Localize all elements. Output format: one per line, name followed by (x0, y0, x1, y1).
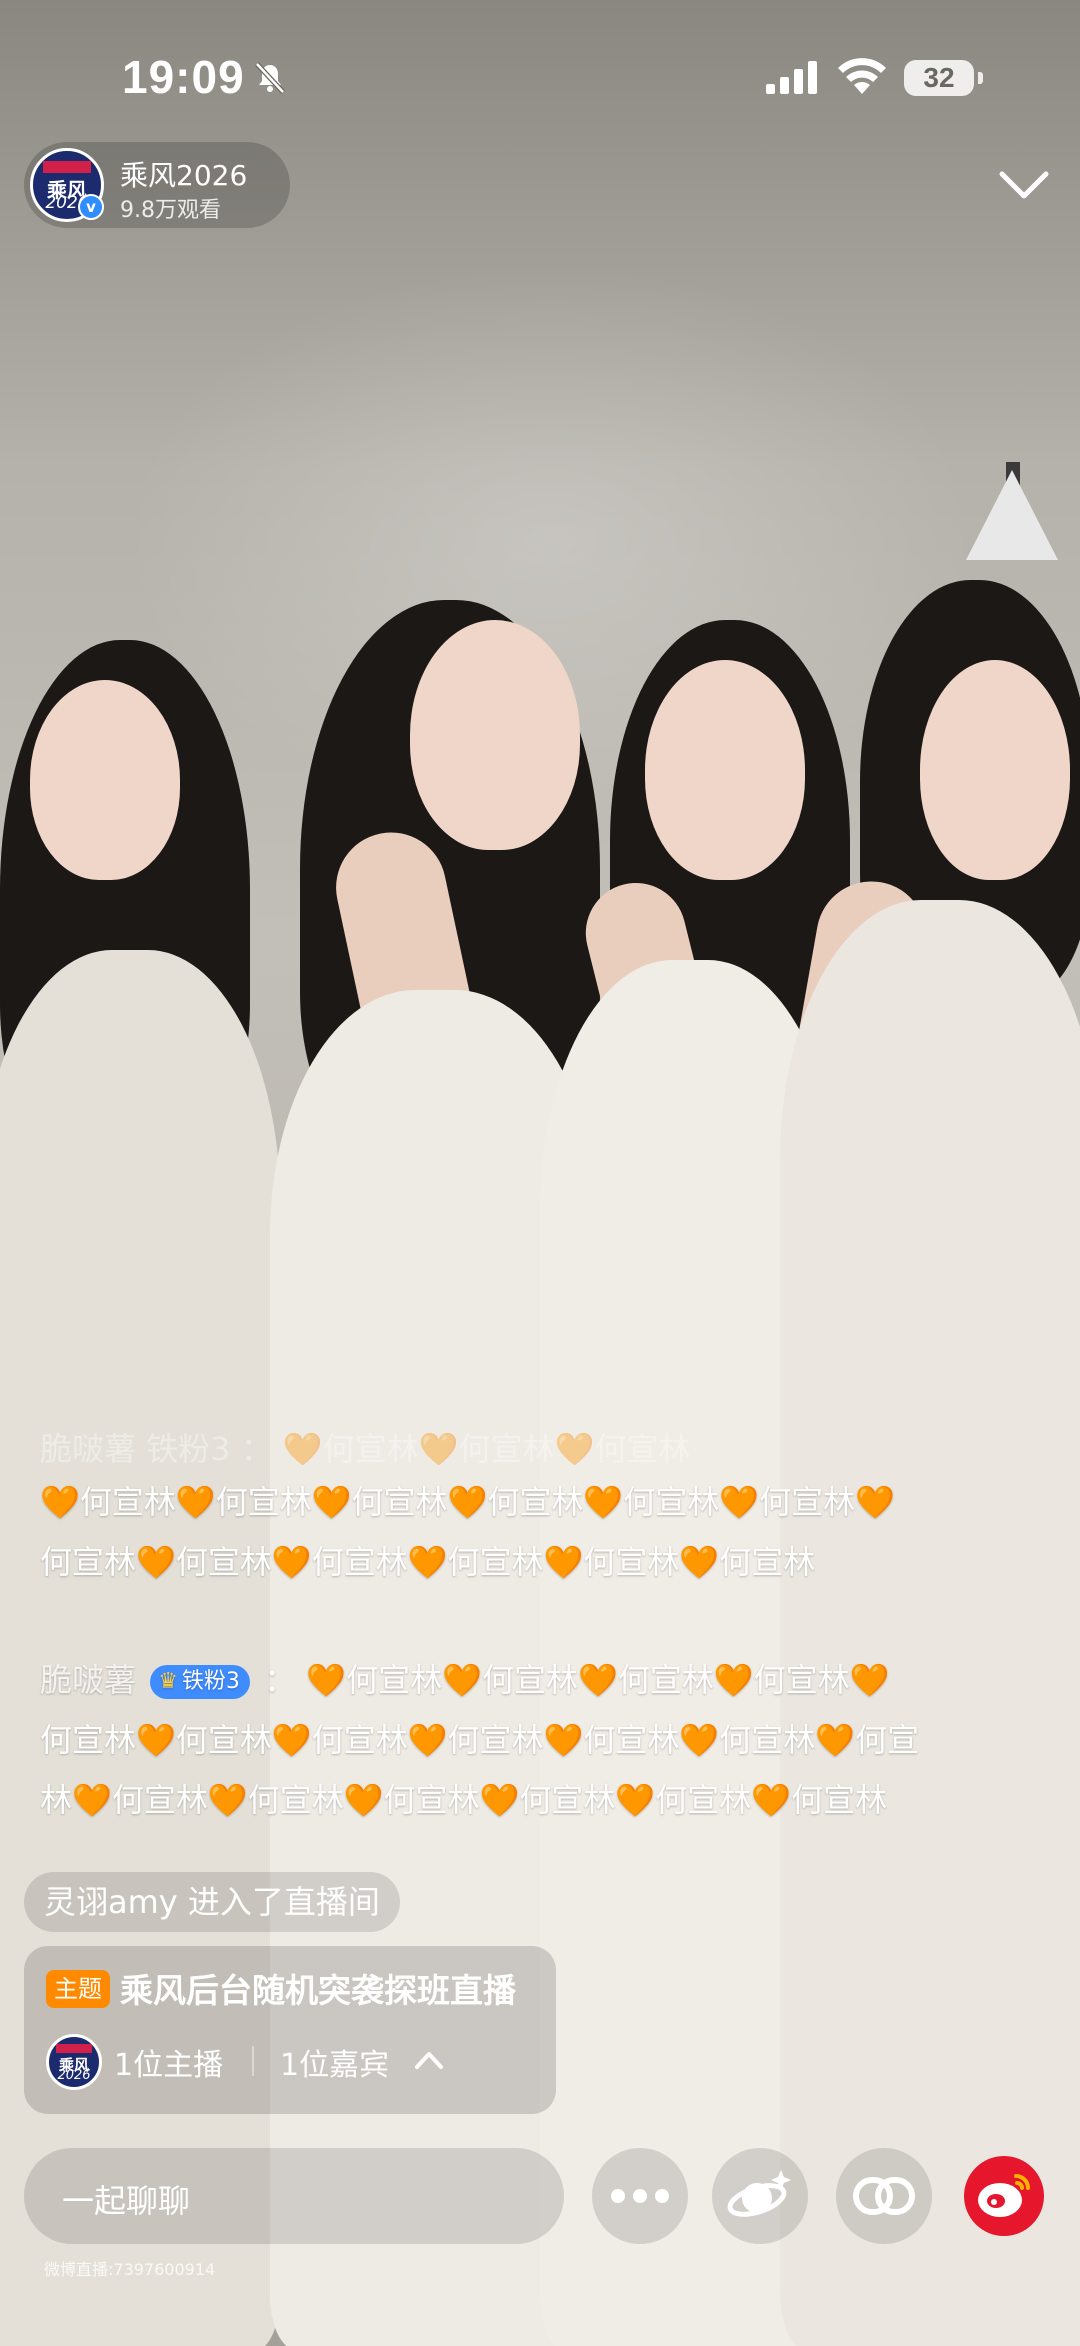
chevron-up-icon[interactable] (412, 2048, 446, 2072)
status-time: 19:09 (122, 51, 245, 103)
chat-separator: ： (264, 1661, 297, 1699)
gift-button[interactable] (712, 2148, 808, 2244)
chat-message: 🧡何宣林🧡何宣林🧡何宣林🧡何宣林🧡何宣林🧡何宣林🧡何宣林🧡何宣林🧡何宣林🧡何宣林… (40, 1472, 920, 1592)
chevron-down-icon[interactable] (996, 164, 1052, 204)
host-count[interactable]: 1位主播 (114, 2040, 223, 2084)
weibo-logo-icon (964, 2156, 1044, 2236)
status-bar: 19:09 32 (0, 0, 1080, 160)
more-dots-icon (611, 2189, 669, 2203)
verified-badge-icon: v (78, 194, 104, 220)
gift-planet-icon (727, 2170, 791, 2217)
host-info-pill[interactable]: 乘风 2026 v 乘风2026 9.8万观看 (24, 142, 290, 228)
crown-icon: ♛ (158, 1669, 178, 1694)
wall-lamp (966, 470, 1058, 560)
chat-nickname[interactable]: 脆啵薯 (40, 1661, 136, 1699)
guest-count[interactable]: 1位嘉宾 (280, 2040, 389, 2084)
chat-message-text: 🧡何宣林🧡何宣林🧡何宣林🧡何宣林🧡何宣林🧡何宣林🧡何宣林🧡何宣林🧡何宣林🧡何宣林… (40, 1483, 895, 1581)
topic-title: 乘风后台随机突袭探班直播 (120, 1971, 516, 2010)
share-link-icon (853, 2177, 915, 2215)
battery-indicator: 32 (904, 60, 974, 96)
fan-level-badge: ♛ 铁粉3 (150, 1665, 250, 1699)
more-button[interactable] (592, 2148, 688, 2244)
topic-tag: 主题 (46, 1970, 110, 2008)
room-id: 微博直播:7397600914 (44, 2260, 216, 2279)
chat-faded-message: 脆啵薯 铁粉3 ： 🧡何宣林🧡何宣林🧡何宣林 (40, 1430, 691, 1468)
battery-tip (978, 72, 983, 84)
viewer-count: 9.8万观看 (120, 198, 221, 223)
chat-input-placeholder: 一起聊聊 (62, 2182, 191, 2220)
chat-input[interactable]: 一起聊聊 (24, 2148, 564, 2244)
chat-message: 脆啵薯 ♛ 铁粉3 ： 🧡何宣林🧡何宣林🧡何宣林🧡何宣林🧡何宣林🧡何宣林🧡何宣林🧡… (40, 1650, 920, 1830)
topic-card[interactable]: 主题 乘风后台随机突袭探班直播 乘风 2026 1位主播 1位嘉宾 (24, 1946, 556, 2114)
divider (252, 2046, 254, 2076)
bell-muted-icon (255, 62, 285, 94)
topic-host-avatar: 乘风 2026 (46, 2034, 102, 2090)
weibo-button[interactable] (956, 2148, 1052, 2244)
wifi-icon (838, 58, 886, 94)
cellular-signal-icon (766, 61, 817, 94)
join-notice: 灵诩amy 进入了直播间 (24, 1872, 400, 1932)
share-button[interactable] (836, 2148, 932, 2244)
host-name: 乘风2026 (120, 159, 248, 192)
